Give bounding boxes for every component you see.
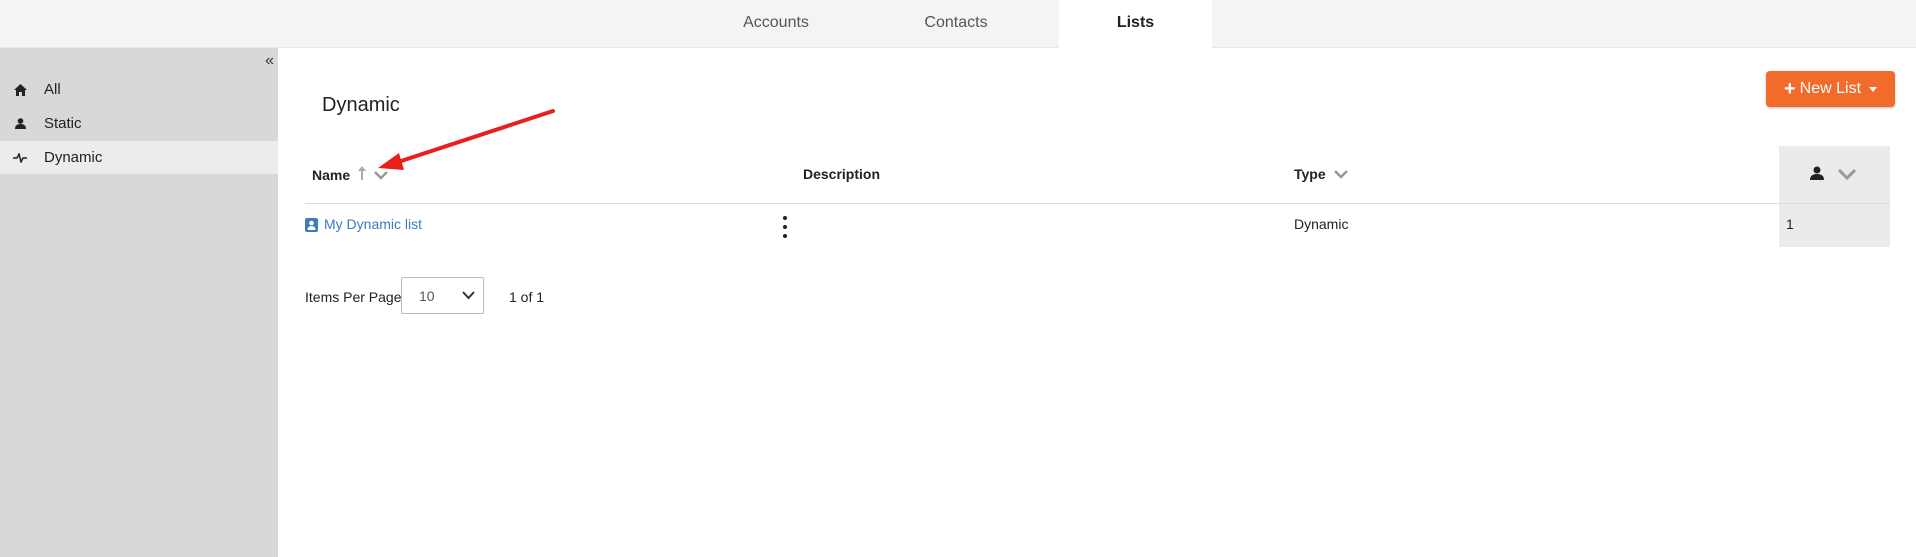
column-header-name[interactable]: Name (312, 166, 389, 183)
page-info: 1 of 1 (509, 289, 545, 305)
pulse-icon (13, 152, 27, 163)
chevron-down-icon[interactable] (1333, 166, 1348, 182)
new-list-label: New List (1799, 80, 1862, 97)
column-header-description[interactable]: Description (803, 166, 880, 182)
count-column-background (1779, 146, 1890, 247)
column-header-count[interactable] (1810, 166, 1857, 183)
plus-icon: + (1783, 78, 1796, 100)
chevron-down-icon[interactable] (374, 167, 389, 183)
list-type: Dynamic (1294, 216, 1349, 232)
chevron-down-icon (462, 291, 475, 300)
column-label-type: Type (1294, 166, 1326, 182)
column-header-type[interactable]: Type (1294, 166, 1348, 182)
column-label-name: Name (312, 166, 351, 183)
items-per-page-value: 10 (419, 288, 435, 304)
sidebar-item-label: Static (44, 115, 82, 132)
annotation-arrow-icon (378, 109, 555, 170)
items-per-page-label: Items Per Page (305, 289, 402, 305)
sidebar-item-static[interactable]: Static (0, 107, 278, 140)
person-icon (13, 118, 27, 129)
tab-contacts[interactable]: Contacts (880, 0, 1032, 48)
sidebar-item-label: All (44, 81, 61, 98)
top-tab-bar: Accounts Contacts Lists (0, 0, 1916, 49)
sidebar-item-dynamic[interactable]: Dynamic (0, 141, 278, 174)
row-actions-kebab-icon[interactable] (781, 216, 789, 238)
page-title: Dynamic (322, 94, 400, 116)
collapse-sidebar-icon[interactable]: « (265, 52, 274, 70)
sort-ascending-icon[interactable] (358, 166, 367, 183)
caret-down-icon (1869, 86, 1878, 92)
home-icon (13, 83, 27, 96)
table-header-divider (305, 203, 1890, 204)
chevron-down-icon[interactable] (1837, 167, 1857, 183)
sidebar-item-all[interactable]: All (0, 73, 278, 106)
sidebar: « All Static Dynamic (0, 48, 278, 557)
person-icon (1810, 166, 1824, 183)
list-name-link[interactable]: My Dynamic list (324, 216, 422, 232)
sidebar-item-label: Dynamic (44, 149, 103, 166)
column-label-description: Description (803, 166, 881, 182)
new-list-button[interactable]: + New List (1766, 71, 1895, 107)
items-per-page-select[interactable]: 10 (401, 277, 484, 314)
list-contact-icon (305, 218, 318, 232)
tab-accounts[interactable]: Accounts (700, 0, 852, 48)
tab-lists[interactable]: Lists (1059, 0, 1212, 49)
list-count: 1 (1786, 216, 1794, 232)
